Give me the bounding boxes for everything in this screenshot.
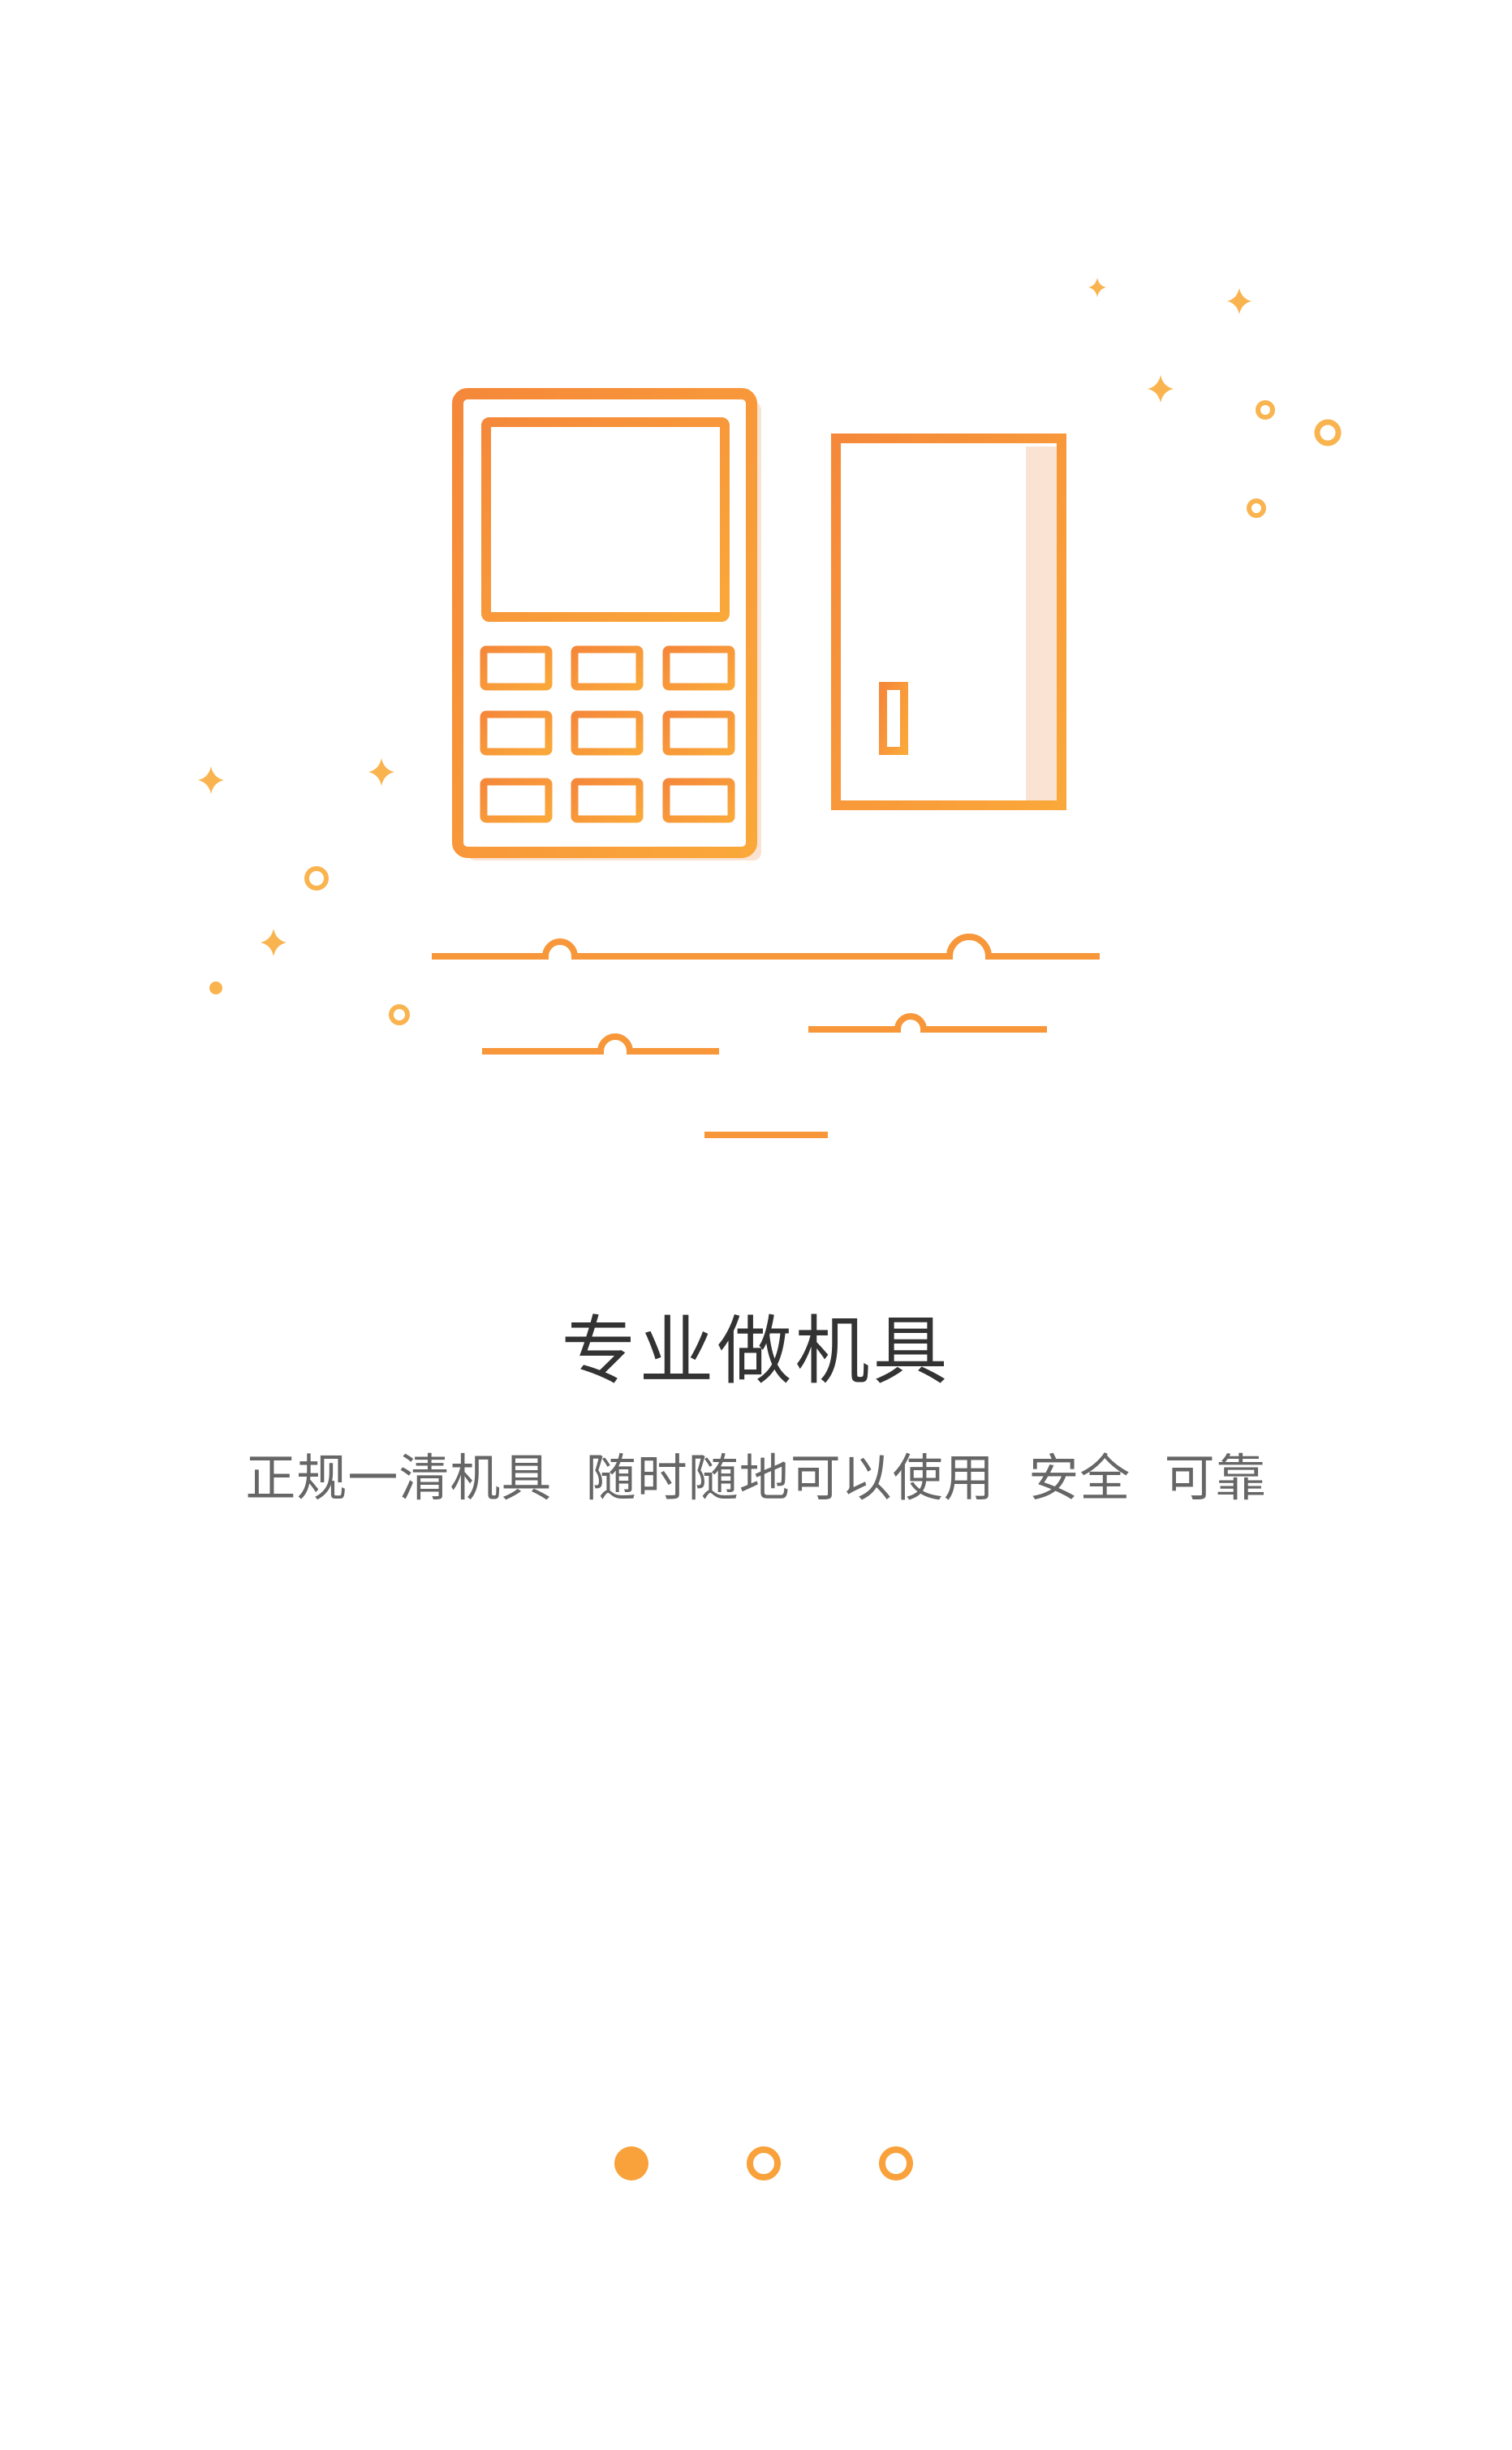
onboarding-subtitle: 正规一清机具 随时随地可以使用 安全 可靠 [245, 1448, 1267, 1508]
page-dot-1-active[interactable] [614, 2146, 648, 2180]
page-dot-2[interactable] [747, 2146, 781, 2180]
onboarding-title: 专业做机具 [561, 1308, 951, 1395]
dot-icon [209, 400, 1342, 1025]
onboarding-illustration [198, 278, 1342, 1138]
ground-lines [432, 934, 1100, 1138]
bank-card-icon [831, 433, 1066, 810]
page-dot-3[interactable] [879, 2146, 913, 2180]
pos-terminal-icon [452, 388, 761, 861]
page-indicator [0, 2146, 1512, 2182]
